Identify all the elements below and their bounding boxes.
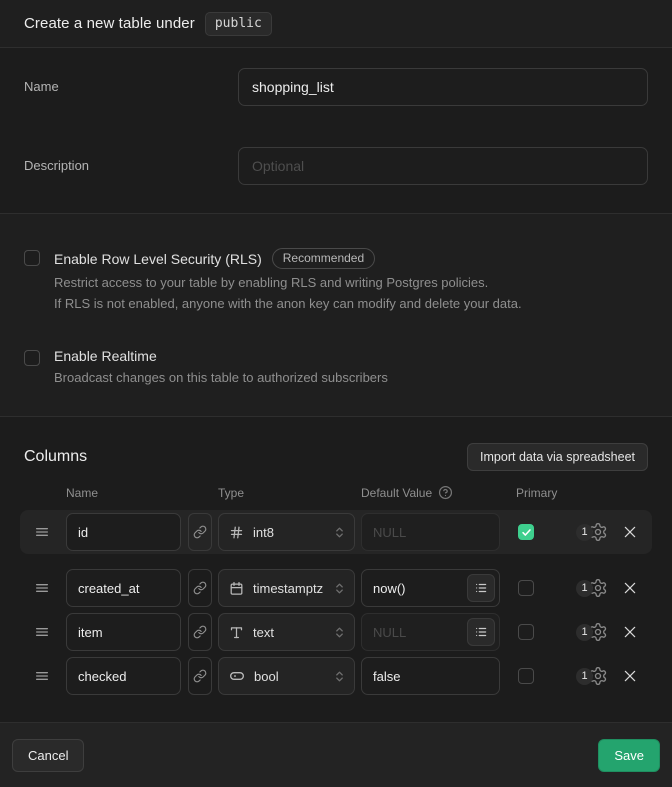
drag-handle-icon[interactable] xyxy=(34,668,50,684)
settings-count-badge: 1 xyxy=(576,668,593,685)
realtime-option: Enable Realtime Broadcast changes on thi… xyxy=(24,350,648,388)
realtime-label: Enable Realtime xyxy=(54,348,157,364)
dialog-footer: Cancel Save xyxy=(0,722,672,787)
column-type-label: text xyxy=(253,625,324,640)
settings-count-badge: 1 xyxy=(576,580,593,597)
column-type-select[interactable]: int8 xyxy=(218,513,355,551)
rls-label: Enable Row Level Security (RLS) xyxy=(54,251,262,267)
import-spreadsheet-button[interactable]: Import data via spreadsheet xyxy=(467,443,648,471)
primary-checkbox[interactable] xyxy=(518,580,534,596)
column-settings-button[interactable]: 1 xyxy=(576,622,608,642)
toggle-icon xyxy=(229,668,245,684)
dialog-header: Create a new table under public xyxy=(0,0,672,48)
save-button[interactable]: Save xyxy=(598,739,660,772)
suggested-expressions-button[interactable] xyxy=(467,618,495,646)
header-name: Name xyxy=(66,486,218,500)
delete-column-icon[interactable] xyxy=(622,668,638,684)
table-description-input[interactable] xyxy=(238,147,648,185)
primary-checkbox[interactable] xyxy=(518,624,534,640)
column-name-input[interactable] xyxy=(66,569,181,607)
hash-icon xyxy=(229,525,244,540)
column-settings-button[interactable]: 1 xyxy=(576,666,608,686)
calendar-icon xyxy=(229,581,244,596)
create-table-dialog: Create a new table under public Name Des… xyxy=(0,0,672,787)
recommended-badge: Recommended xyxy=(272,248,375,269)
description-field-row: Description xyxy=(24,147,648,185)
column-type-label: int8 xyxy=(253,525,324,540)
drag-handle-icon[interactable] xyxy=(34,580,50,596)
columns-section: Columns Import data via spreadsheet Name… xyxy=(0,417,672,722)
table-name-input[interactable] xyxy=(238,68,648,106)
column-row-id: int8 1 xyxy=(20,510,652,554)
column-name-input[interactable] xyxy=(66,657,181,695)
rls-description-line1: Restrict access to your table by enablin… xyxy=(54,272,648,293)
column-type-select[interactable]: text xyxy=(218,613,355,651)
rls-checkbox[interactable] xyxy=(24,250,40,266)
list-icon xyxy=(474,581,488,595)
realtime-checkbox[interactable] xyxy=(24,350,40,366)
column-row-checked: bool 1 xyxy=(20,654,652,698)
table-options: Enable Row Level Security (RLS) Recommen… xyxy=(0,214,672,417)
rls-description-line2: If RLS is not enabled, anyone with the a… xyxy=(54,293,648,314)
column-type-select[interactable]: bool xyxy=(218,657,355,695)
column-row-item: text 1 xyxy=(20,610,652,654)
foreign-key-button[interactable] xyxy=(188,657,212,695)
foreign-key-button[interactable] xyxy=(188,569,212,607)
description-label: Description xyxy=(24,147,238,173)
column-row-created-at: timestamptz 1 xyxy=(20,566,652,610)
realtime-description: Broadcast changes on this table to autho… xyxy=(54,367,648,388)
column-settings-button[interactable]: 1 xyxy=(576,578,608,598)
name-label: Name xyxy=(24,68,238,94)
settings-count-badge: 1 xyxy=(576,624,593,641)
chevrons-up-down-icon xyxy=(333,670,346,683)
column-settings-button[interactable]: 1 xyxy=(576,522,608,542)
delete-column-icon[interactable] xyxy=(622,524,638,540)
column-type-label: bool xyxy=(254,669,324,684)
delete-column-icon[interactable] xyxy=(622,624,638,640)
default-value-input[interactable] xyxy=(361,513,500,551)
chevrons-up-down-icon xyxy=(333,526,346,539)
header-primary: Primary xyxy=(516,486,576,500)
column-name-input[interactable] xyxy=(66,513,181,551)
help-icon[interactable] xyxy=(438,485,453,500)
name-field-row: Name xyxy=(24,68,648,106)
chevrons-up-down-icon xyxy=(333,626,346,639)
columns-title: Columns xyxy=(24,448,87,466)
primary-checkbox[interactable] xyxy=(518,668,534,684)
foreign-key-button[interactable] xyxy=(188,613,212,651)
column-type-select[interactable]: timestamptz xyxy=(218,569,355,607)
header-type: Type xyxy=(218,486,361,500)
schema-badge: public xyxy=(205,12,272,36)
header-default-value: Default Value xyxy=(361,486,432,500)
default-value-input[interactable] xyxy=(361,657,500,695)
delete-column-icon[interactable] xyxy=(622,580,638,596)
cancel-button[interactable]: Cancel xyxy=(12,739,84,772)
column-name-input[interactable] xyxy=(66,613,181,651)
column-type-label: timestamptz xyxy=(253,581,324,596)
rls-option: Enable Row Level Security (RLS) Recommen… xyxy=(24,250,648,314)
settings-count-badge: 1 xyxy=(576,524,593,541)
primary-checkbox[interactable] xyxy=(518,524,534,540)
text-type-icon xyxy=(229,625,244,640)
foreign-key-button[interactable] xyxy=(188,513,212,551)
table-meta-form: Name Description xyxy=(0,48,672,214)
suggested-expressions-button[interactable] xyxy=(467,574,495,602)
chevrons-up-down-icon xyxy=(333,582,346,595)
list-icon xyxy=(474,625,488,639)
drag-handle-icon[interactable] xyxy=(34,624,50,640)
dialog-title: Create a new table under xyxy=(24,15,195,32)
columns-table-headers: Name Type Default Value Primary xyxy=(20,485,652,500)
drag-handle-icon[interactable] xyxy=(34,524,50,540)
